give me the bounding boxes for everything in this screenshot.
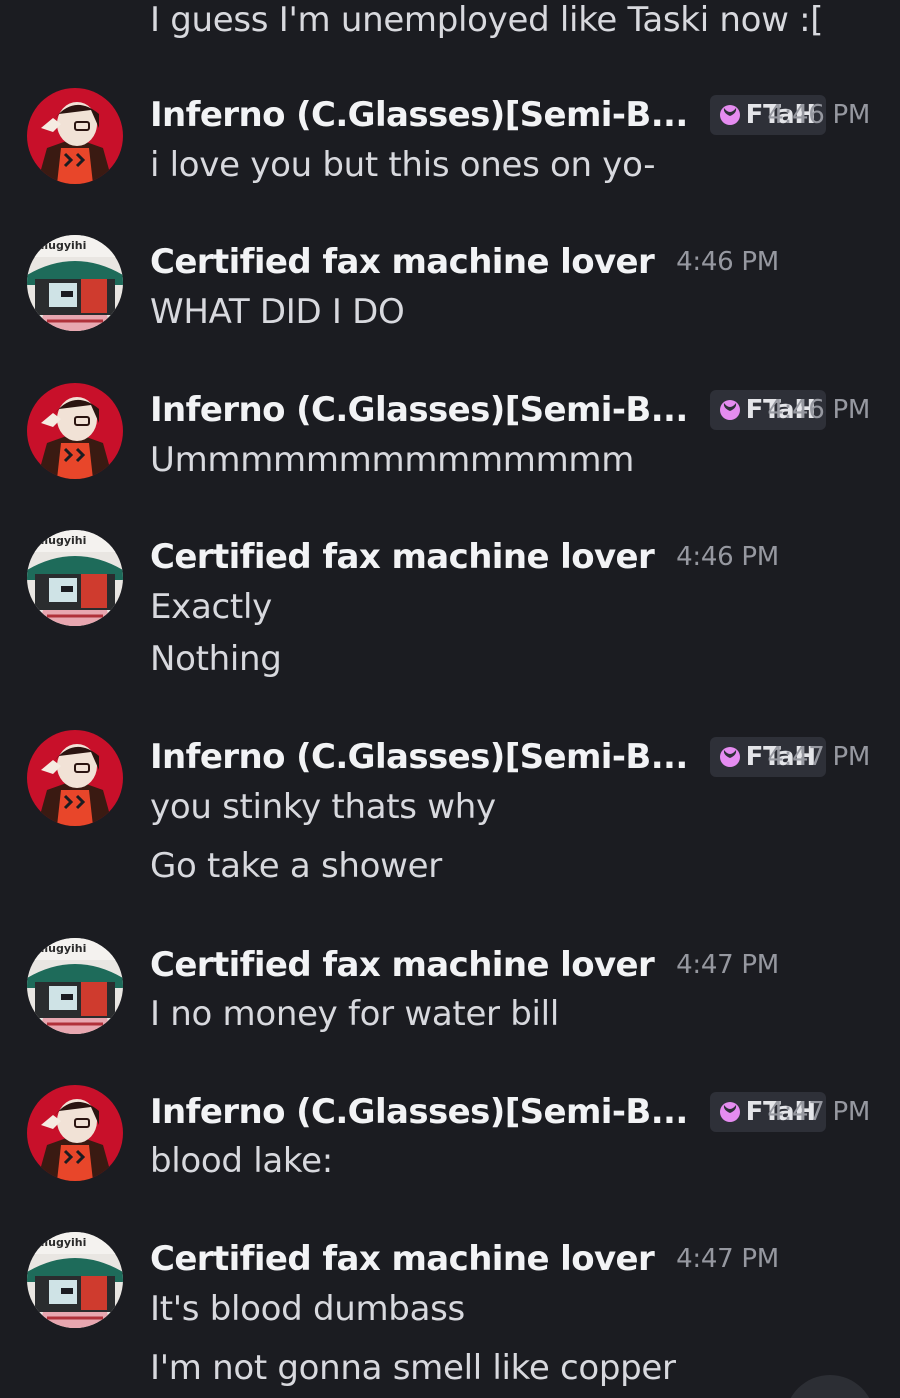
- avatar-inferno[interactable]: [27, 88, 123, 184]
- message-text: you stinky thats why: [150, 787, 496, 827]
- timestamp: 4:46 PM: [676, 542, 779, 572]
- avatar-certified[interactable]: ohiugyihi: [27, 938, 123, 1034]
- inferno-avatar-image: [27, 88, 123, 184]
- inferno-avatar-image: [27, 730, 123, 826]
- jump-to-present-button[interactable]: [785, 1375, 875, 1398]
- avatar-inferno[interactable]: [27, 383, 123, 479]
- message-header: Certified fax machine lover 4:46 PM: [150, 240, 900, 284]
- message-text: It's blood dumbass: [150, 1289, 465, 1329]
- message-header: Inferno (C.Glasses)[Semi-B... FTaH 4:47 …: [150, 1090, 900, 1134]
- timestamp: 4:47 PM: [767, 1097, 870, 1127]
- timestamp: 4:46 PM: [767, 395, 870, 425]
- avatar-certified[interactable]: ohiugyihi: [27, 530, 123, 626]
- message-text: I guess I'm unemployed like Taski now :[: [150, 0, 824, 40]
- timestamp: 4:47 PM: [767, 742, 870, 772]
- author-name[interactable]: Certified fax machine lover: [150, 242, 655, 282]
- message-header: Certified fax machine lover 4:47 PM: [150, 1237, 900, 1281]
- certified-avatar-image: ohiugyihi: [27, 1232, 123, 1328]
- message-header: Inferno (C.Glasses)[Semi-B... FTaH 4:46 …: [150, 93, 900, 137]
- author-name[interactable]: Inferno (C.Glasses)[Semi-B...: [150, 390, 688, 430]
- message-text: blood lake:: [150, 1141, 333, 1181]
- moon-icon: [719, 105, 740, 125]
- message-text: I'm not gonna smell like copper: [150, 1348, 676, 1388]
- author-name[interactable]: Certified fax machine lover: [150, 1239, 655, 1279]
- message-text: I no money for water bill: [150, 994, 559, 1034]
- message-header: Inferno (C.Glasses)[Semi-B... FTaH 4:46 …: [150, 388, 900, 432]
- svg-text:ohiugyihi: ohiugyihi: [29, 942, 86, 955]
- avatar-inferno[interactable]: [27, 730, 123, 826]
- avatar-certified[interactable]: ohiugyihi: [27, 1232, 123, 1328]
- message-header: Certified fax machine lover 4:46 PM: [150, 535, 900, 579]
- avatar-inferno[interactable]: [27, 1085, 123, 1181]
- moon-icon: [719, 747, 740, 767]
- message-text: Nothing: [150, 639, 282, 679]
- author-name[interactable]: Inferno (C.Glasses)[Semi-B...: [150, 1092, 688, 1132]
- inferno-avatar-image: [27, 383, 123, 479]
- timestamp: 4:46 PM: [767, 100, 870, 130]
- certified-avatar-image: ohiugyihi: [27, 235, 123, 331]
- timestamp: 4:47 PM: [676, 950, 779, 980]
- author-name[interactable]: Certified fax machine lover: [150, 537, 655, 577]
- message-header: Certified fax machine lover 4:47 PM: [150, 943, 900, 987]
- message-text: Go take a shower: [150, 846, 442, 886]
- message-text: WHAT DID I DO: [150, 292, 405, 332]
- message-text: Exactly: [150, 587, 272, 627]
- author-name[interactable]: Certified fax machine lover: [150, 945, 655, 985]
- message-text: i love you but this ones on yo-: [150, 145, 656, 185]
- svg-text:ohiugyihi: ohiugyihi: [29, 239, 86, 252]
- svg-text:ohiugyihi: ohiugyihi: [29, 1236, 86, 1249]
- certified-avatar-image: ohiugyihi: [27, 938, 123, 1034]
- timestamp: 4:47 PM: [676, 1244, 779, 1274]
- avatar-certified[interactable]: ohiugyihi: [27, 235, 123, 331]
- timestamp: 4:46 PM: [676, 247, 779, 277]
- moon-icon: [719, 400, 740, 420]
- message-text: Ummmmmmmmmmmmmm: [150, 440, 635, 480]
- inferno-avatar-image: [27, 1085, 123, 1181]
- svg-text:ohiugyihi: ohiugyihi: [29, 534, 86, 547]
- author-name[interactable]: Inferno (C.Glasses)[Semi-B...: [150, 737, 688, 777]
- message-header: Inferno (C.Glasses)[Semi-B... FTaH 4:47 …: [150, 735, 900, 779]
- certified-avatar-image: ohiugyihi: [27, 530, 123, 626]
- chat-messages[interactable]: I guess I'm unemployed like Taski now :[…: [0, 0, 900, 1398]
- moon-icon: [719, 1102, 740, 1122]
- author-name[interactable]: Inferno (C.Glasses)[Semi-B...: [150, 95, 688, 135]
